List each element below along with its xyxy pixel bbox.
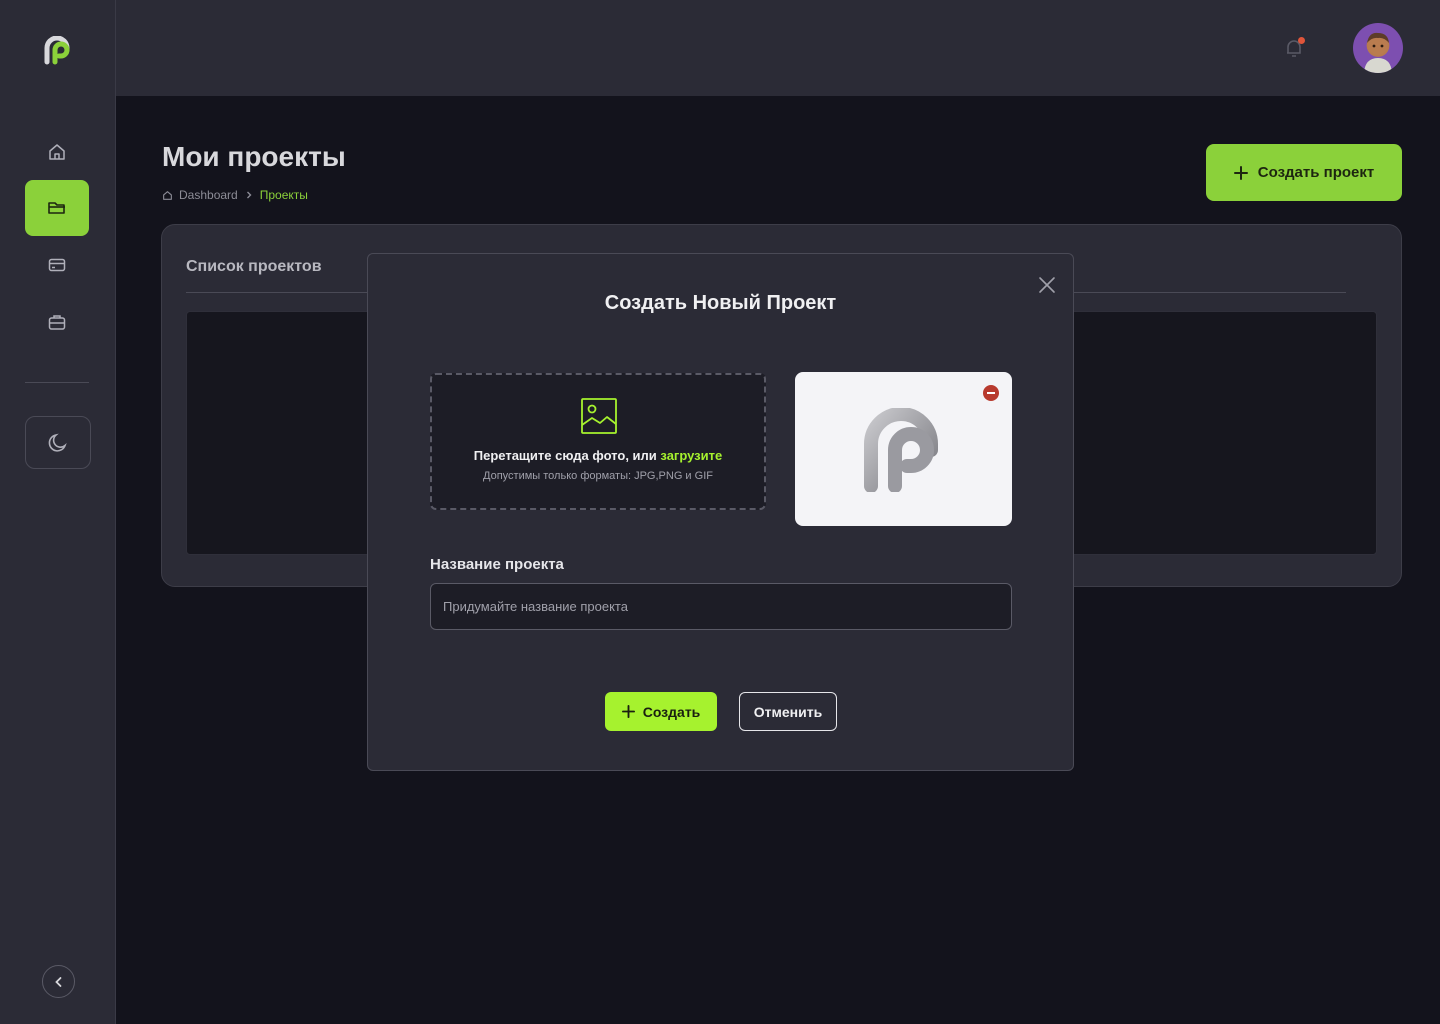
notification-badge bbox=[1298, 37, 1305, 44]
create-button-label: Создать bbox=[642, 703, 701, 720]
plus-icon bbox=[1233, 165, 1248, 180]
plus-icon bbox=[621, 705, 635, 718]
home-icon[interactable] bbox=[162, 190, 173, 201]
cancel-button-label: Отменить bbox=[753, 703, 823, 720]
dropzone-text: Перетащите сюда фото, или загрузите bbox=[432, 448, 764, 463]
chevron-left-icon bbox=[54, 976, 61, 987]
cancel-button[interactable]: Отменить bbox=[739, 692, 837, 731]
project-name-label: Название проекта bbox=[430, 556, 564, 573]
theme-toggle-button[interactable] bbox=[25, 416, 91, 469]
nav-billing-button[interactable] bbox=[25, 241, 89, 289]
create-project-label: Создать проект bbox=[1257, 164, 1375, 181]
nav-projects-button[interactable] bbox=[25, 180, 89, 236]
breadcrumb: Dashboard Проекты bbox=[162, 188, 308, 202]
home-icon bbox=[49, 144, 65, 160]
create-button[interactable]: Создать bbox=[605, 692, 717, 731]
nav-home-button[interactable] bbox=[25, 128, 89, 176]
dropzone-hint: Допустимы только форматы: JPG,PNG и GIF bbox=[483, 470, 713, 482]
moon-icon bbox=[48, 433, 67, 452]
page-title: Мои проекты bbox=[162, 141, 346, 172]
dropzone-instruction: Перетащите сюда фото, или bbox=[473, 448, 661, 463]
close-icon[interactable] bbox=[1038, 276, 1056, 294]
remove-icon[interactable] bbox=[983, 385, 999, 401]
briefcase-icon bbox=[48, 315, 66, 330]
image-dropzone[interactable]: Перетащите сюда фото, или загрузите Допу… bbox=[430, 373, 766, 510]
breadcrumb-link-dashboard[interactable]: Dashboard bbox=[179, 188, 238, 202]
modal-title: Создать Новый Проект bbox=[604, 292, 837, 314]
upload-link[interactable]: загрузите bbox=[660, 448, 722, 463]
image-preview bbox=[795, 372, 1012, 526]
create-project-modal: Создать Новый Проект Перетащите сюда фот… bbox=[367, 253, 1074, 771]
sidebar-collapse-button[interactable] bbox=[42, 965, 75, 998]
folder-icon bbox=[48, 202, 65, 214]
sidebar-divider bbox=[25, 382, 89, 383]
sidebar bbox=[0, 0, 116, 1024]
brand-logo-icon[interactable] bbox=[43, 36, 73, 66]
user-avatar[interactable] bbox=[1353, 23, 1403, 73]
project-name-input[interactable] bbox=[430, 583, 1012, 630]
panel-title: Список проектов bbox=[186, 258, 322, 275]
nav-portfolio-button[interactable] bbox=[25, 298, 89, 346]
image-icon bbox=[581, 398, 617, 434]
top-bar bbox=[116, 0, 1440, 96]
brand-logo-icon bbox=[864, 408, 938, 492]
avatar-illustration bbox=[1364, 32, 1392, 73]
credit-card-icon bbox=[48, 258, 66, 272]
notifications-button[interactable] bbox=[1282, 36, 1306, 60]
breadcrumb-current: Проекты bbox=[259, 188, 308, 202]
chevron-right-icon bbox=[246, 191, 252, 199]
create-project-button[interactable]: Создать проект bbox=[1206, 144, 1402, 201]
